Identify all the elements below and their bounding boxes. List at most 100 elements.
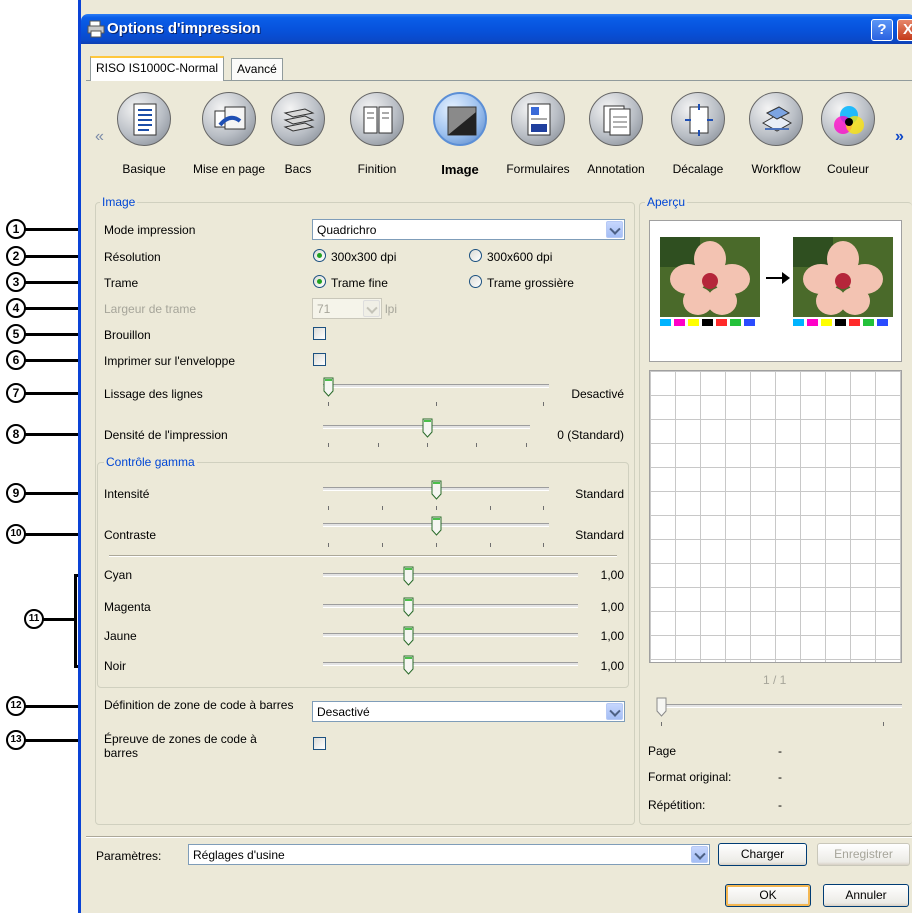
color-swatch [674, 319, 685, 326]
tool-annotation[interactable]: Annotation [580, 92, 652, 176]
enveloppe-checkbox[interactable] [313, 353, 326, 366]
lissage-label: Lissage des lignes [104, 387, 203, 401]
tool-basique-label: Basique [122, 162, 166, 176]
tool-bacs[interactable]: Bacs [262, 92, 334, 176]
callout-2: 2 [6, 246, 26, 266]
resolution-300x300-label[interactable]: 300x300 dpi [331, 250, 396, 264]
annotation-icon [589, 92, 643, 146]
callout-7: 7 [6, 383, 26, 403]
preview-tick [883, 722, 884, 726]
resolution-300x300-radio[interactable] [313, 249, 326, 262]
callout-8: 8 [6, 424, 26, 444]
color-icon [821, 92, 875, 146]
tool-workflow[interactable]: Workflow [740, 92, 812, 176]
tool-decalage[interactable]: Décalage [662, 92, 734, 176]
callout-6: 6 [6, 350, 26, 370]
noir-slider-thumb[interactable] [403, 655, 414, 675]
contraste-slider-thumb[interactable] [431, 516, 442, 536]
tool-image[interactable]: Image [424, 92, 496, 177]
tool-basique[interactable]: Basique [108, 92, 180, 176]
scroll-right-icon[interactable]: » [895, 128, 904, 146]
lissage-tick [436, 402, 437, 406]
finishing-icon [350, 92, 404, 146]
densite-slider-thumb[interactable] [422, 418, 433, 438]
tab-avance[interactable]: Avancé [231, 58, 283, 80]
brouillon-checkbox[interactable] [313, 327, 326, 340]
chevron-down-icon[interactable] [691, 846, 708, 863]
intensite-tick [490, 506, 491, 510]
tool-finition-label: Finition [357, 162, 397, 176]
gamma-group-title: Contrôle gamma [104, 455, 197, 469]
parametres-value: Réglages d'usine [193, 848, 285, 862]
jaune-slider-thumb[interactable] [403, 626, 414, 646]
image-icon [433, 92, 487, 146]
scroll-left-icon[interactable]: « [95, 128, 104, 146]
resolution-300x600-label[interactable]: 300x600 dpi [487, 250, 552, 264]
resolution-label: Résolution [104, 250, 161, 264]
format-original-value: - [778, 770, 782, 784]
trame-fine-label[interactable]: Trame fine [331, 276, 388, 290]
printer-icon [87, 20, 105, 38]
chevron-down-icon[interactable] [606, 221, 623, 238]
tab-riso-normal[interactable]: RISO IS1000C-Normal [90, 56, 225, 81]
jaune-label: Jaune [104, 629, 137, 643]
trame-label: Trame [104, 276, 139, 290]
trame-fine-radio[interactable] [313, 275, 326, 288]
barcode-epreuve-label: Épreuve de zones de code à barres [104, 732, 257, 760]
cyan-slider-track[interactable] [323, 573, 578, 577]
tool-formulaires[interactable]: Formulaires [502, 92, 574, 176]
chevron-down-icon[interactable] [606, 703, 623, 720]
noir-label: Noir [104, 659, 127, 673]
resolution-300x600-radio[interactable] [469, 249, 482, 262]
barcode-zone-value: Desactivé [317, 705, 370, 719]
intensite-tick [382, 506, 383, 510]
parametres-select[interactable]: Réglages d'usine [188, 844, 710, 865]
barcode-zone-select[interactable]: Desactivé [312, 701, 625, 722]
color-swatch [877, 319, 888, 326]
cyan-slider-thumb[interactable] [403, 566, 414, 586]
result-color-bar [793, 319, 893, 327]
largeur-trame-unit: lpi [385, 302, 398, 316]
trame-grossiere-radio[interactable] [469, 275, 482, 288]
help-button[interactable]: ? [871, 19, 893, 41]
annuler-button[interactable]: Annuler [823, 884, 909, 907]
tool-bacs-label: Bacs [284, 162, 312, 176]
workflow-icon [749, 92, 803, 146]
lissage-value: Desactivé [571, 387, 624, 401]
lissage-slider-thumb[interactable] [323, 377, 334, 397]
preview-page-slider-track[interactable] [659, 704, 902, 708]
magenta-slider-track[interactable] [323, 604, 578, 608]
color-swatch [744, 319, 755, 326]
intensite-slider-thumb[interactable] [431, 480, 442, 500]
chevron-down-icon [363, 300, 380, 317]
brouillon-label: Brouillon [104, 328, 151, 342]
callout-11-bracket [74, 574, 77, 668]
arrow-right-icon [766, 272, 790, 284]
close-button[interactable]: X [897, 19, 912, 41]
tool-finition[interactable]: Finition [341, 92, 413, 176]
preview-image-box [649, 220, 902, 362]
contraste-tick [328, 543, 329, 547]
tool-mise-en-page[interactable]: Mise en page [193, 92, 265, 176]
callout-11: 11 [24, 609, 44, 629]
image-group-title: Image [100, 195, 138, 209]
noir-slider-track[interactable] [323, 662, 578, 666]
magenta-slider-thumb[interactable] [403, 597, 414, 617]
parametres-label: Paramètres: [96, 849, 162, 863]
callout-12: 12 [6, 696, 26, 716]
callout-13: 13 [6, 730, 26, 750]
preview-page-slider-thumb[interactable] [656, 697, 667, 717]
barcode-zone-label: Définition de zone de code à barres [104, 698, 294, 712]
jaune-slider-track[interactable] [323, 633, 578, 637]
barcode-epreuve-checkbox[interactable] [313, 737, 326, 750]
mode-impression-select[interactable]: Quadrichro [312, 219, 625, 240]
trame-grossiere-label[interactable]: Trame grossière [487, 276, 574, 290]
tool-couleur[interactable]: Couleur [812, 92, 884, 176]
title-bar[interactable]: Options d'impression ? X [81, 14, 912, 44]
page-label: Page [648, 744, 677, 758]
ok-button[interactable]: OK [725, 884, 811, 907]
window-title: Options d'impression [107, 20, 261, 37]
lissage-slider-track[interactable] [323, 384, 549, 388]
color-swatch [835, 319, 846, 326]
charger-button[interactable]: Charger [718, 843, 807, 866]
